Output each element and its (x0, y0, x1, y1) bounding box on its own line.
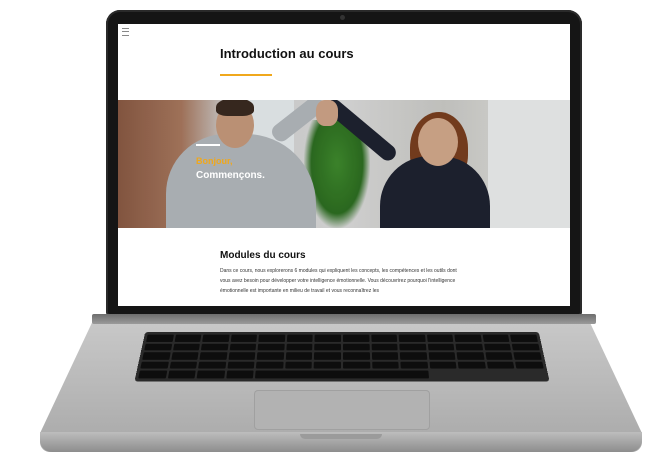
keyboard-key (456, 352, 485, 360)
keyboard-key (370, 334, 398, 342)
keyboard-key (257, 343, 285, 351)
keyboard (134, 331, 550, 382)
keyboard-key (510, 334, 538, 342)
keyboard-key (483, 343, 512, 351)
keyboard-key (200, 343, 229, 351)
keyboard-key (228, 352, 256, 360)
keyboard-key (255, 370, 429, 379)
hero-greeting: Bonjour, (196, 156, 233, 166)
webcam (340, 15, 345, 20)
keyboard-key (427, 343, 455, 351)
hero-banner: Bonjour, Commençons. (118, 100, 570, 228)
keyboard-key (229, 343, 257, 351)
keyboard-key (399, 343, 427, 351)
keyboard-key (371, 352, 399, 360)
keyboard-key (428, 352, 456, 360)
keyboard-key (140, 361, 169, 369)
keyboard-key (199, 352, 228, 360)
keyboard-key (256, 361, 284, 369)
keyboard-key (512, 343, 540, 351)
keyboard-key (202, 334, 230, 342)
keyboard-key (429, 361, 457, 369)
page-title: Introduction au cours (220, 46, 354, 61)
keyboard-key (314, 361, 341, 369)
keyboard-key (285, 352, 313, 360)
hero-subtitle: Commençons. (196, 170, 265, 181)
keyboard-key (256, 352, 285, 360)
keyboard-key (138, 370, 167, 379)
keyboard-key (399, 352, 428, 360)
keyboard-key (146, 334, 174, 342)
keyboard-key (169, 361, 198, 369)
trackpad (254, 390, 430, 430)
keyboard-key (371, 361, 399, 369)
keyboard-key (455, 343, 483, 351)
keyboard-key (485, 352, 514, 360)
keyboard-key (196, 370, 225, 379)
keyboard-key (342, 343, 370, 351)
keyboard-key (230, 334, 258, 342)
keyboard-key (172, 343, 201, 351)
keyboard-key (342, 352, 370, 360)
keyboard-key (457, 361, 486, 369)
modules-description: Dans ce cours, nous explorerons 6 module… (220, 268, 457, 294)
keyboard-key (426, 334, 454, 342)
keyboard-key (482, 334, 510, 342)
keyboard-key (144, 343, 172, 351)
lid-opening-notch (300, 434, 382, 439)
keyboard-key (342, 361, 370, 369)
keyboard-key (167, 370, 196, 379)
laptop-hinge (92, 314, 596, 324)
keyboard-key (314, 334, 342, 342)
keyboard-key (513, 352, 542, 360)
modules-heading: Modules du cours (220, 250, 306, 261)
keyboard-key (227, 361, 255, 369)
title-underline (220, 74, 272, 76)
keyboard-key (174, 334, 202, 342)
keyboard-key (285, 361, 313, 369)
laptop-screen: Introduction au cours Bonjour, Commençon… (118, 24, 570, 306)
keyboard-key (198, 361, 227, 369)
keyboard-key (314, 352, 341, 360)
keyboard-key (398, 334, 426, 342)
keyboard-key (342, 334, 370, 342)
hero-rule (196, 144, 220, 146)
keyboard-key (142, 352, 171, 360)
keyboard-key (314, 343, 341, 351)
keyboard-key (515, 361, 544, 369)
keyboard-key (286, 343, 313, 351)
keyboard-key (258, 334, 286, 342)
keyboard-key (400, 361, 428, 369)
hamburger-menu-icon[interactable] (122, 28, 129, 36)
keyboard-key (486, 361, 515, 369)
keyboard-key (286, 334, 314, 342)
laptop-lid: Introduction au cours Bonjour, Commençon… (106, 10, 582, 316)
keyboard-key (170, 352, 199, 360)
keyboard-key (454, 334, 482, 342)
keyboard-key (371, 343, 398, 351)
keyboard-key (225, 370, 254, 379)
hero-overlay (118, 100, 570, 228)
